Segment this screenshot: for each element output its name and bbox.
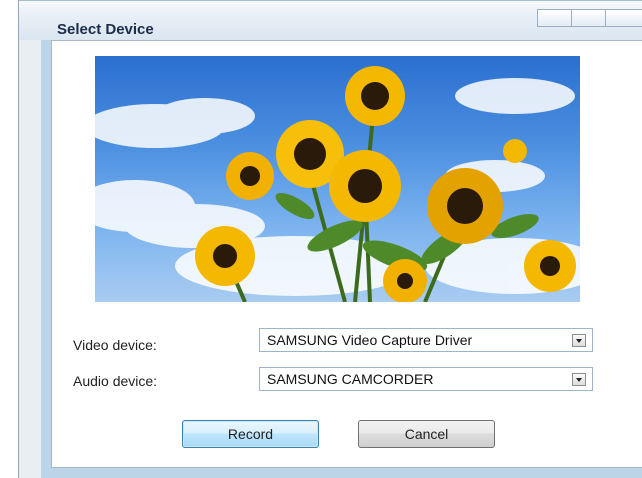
audio-device-select[interactable]: SAMSUNG CAMCORDER [259, 367, 593, 391]
window-title: Select Device [57, 21, 154, 38]
maximize-button[interactable] [571, 9, 605, 27]
window-controls [537, 9, 642, 27]
minimize-button[interactable] [537, 9, 571, 27]
close-button[interactable] [605, 9, 642, 27]
video-device-label: Video device: [73, 337, 157, 353]
title-bar[interactable]: Select Device [19, 0, 642, 40]
cancel-button[interactable]: Cancel [358, 420, 495, 448]
video-device-value: SAMSUNG Video Capture Driver [267, 332, 473, 348]
audio-device-label: Audio device: [73, 373, 158, 389]
record-button[interactable]: Record [182, 420, 319, 448]
video-device-select[interactable]: SAMSUNG Video Capture Driver [259, 328, 593, 352]
video-preview [95, 56, 580, 302]
audio-device-value: SAMSUNG CAMCORDER [267, 371, 434, 387]
video-dropdown-arrow-icon[interactable] [572, 334, 586, 347]
audio-dropdown-arrow-icon[interactable] [572, 373, 586, 386]
sunflower-preview-image [95, 66, 580, 302]
window-left-edge [19, 0, 41, 478]
